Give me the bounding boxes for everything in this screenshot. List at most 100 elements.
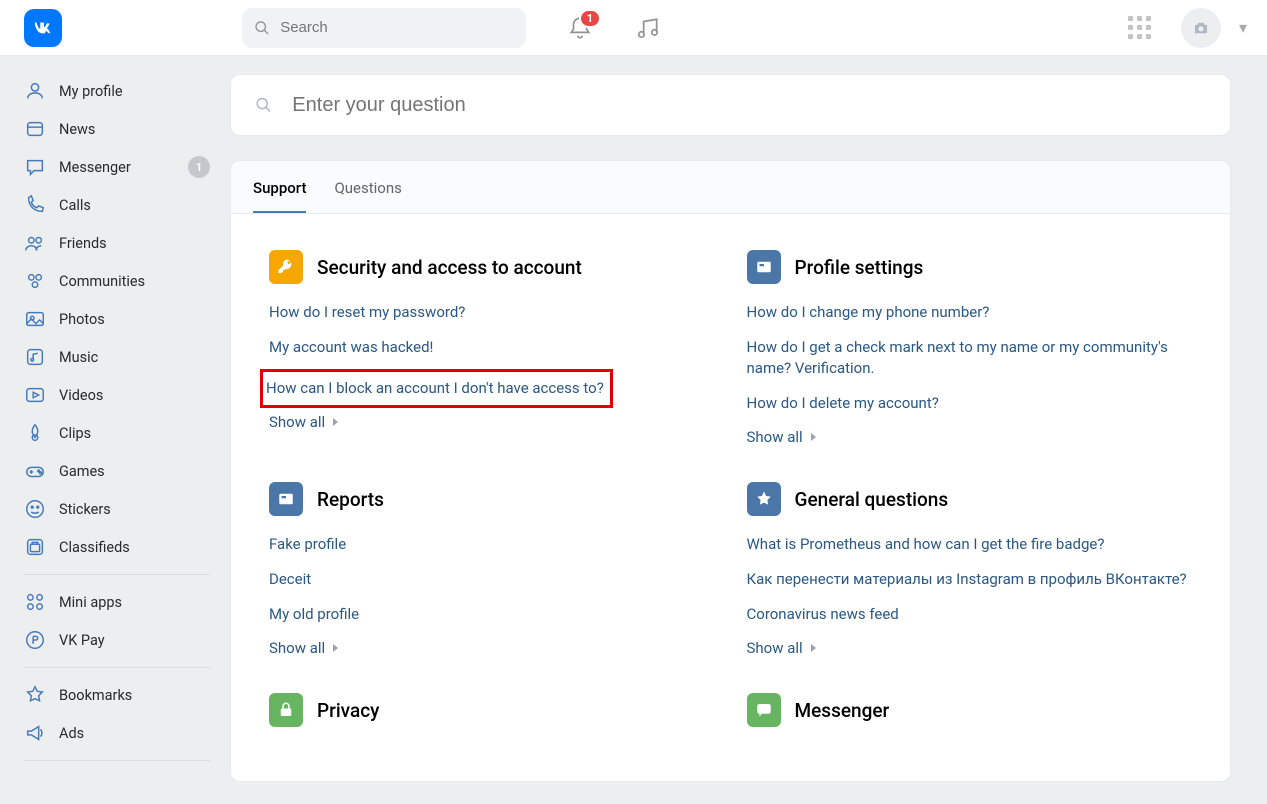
support-panel: Support Questions Security and access to …: [230, 160, 1231, 782]
support-link[interactable]: My account was hacked!: [269, 337, 715, 358]
sidebar-item-label: Games: [59, 463, 210, 480]
vk-pay-icon: [24, 629, 46, 651]
key-icon: [269, 250, 303, 284]
vk-logo[interactable]: [24, 9, 62, 47]
videos-icon: [24, 384, 46, 406]
mini-apps-icon: [24, 591, 46, 613]
tab-questions[interactable]: Questions: [334, 161, 401, 213]
sidebar-item-friends[interactable]: Friends: [12, 224, 222, 262]
sidebar-item-label: Classifieds: [59, 539, 210, 556]
support-link[interactable]: Coronavirus news feed: [747, 604, 1193, 625]
question-search[interactable]: [230, 74, 1231, 136]
notifications-button[interactable]: 1: [566, 14, 594, 42]
header: 1 ▾: [0, 0, 1267, 56]
music-icon: [635, 15, 661, 41]
support-link[interactable]: My old profile: [269, 604, 715, 625]
chat-icon: [747, 693, 781, 727]
photos-icon: [24, 308, 46, 330]
sidebar-item-communities[interactable]: Communities: [12, 262, 222, 300]
section-title: Security and access to account: [317, 256, 582, 279]
classifieds-icon: [24, 536, 46, 558]
support-link[interactable]: What is Prometheus and how can I get the…: [747, 534, 1193, 555]
section-security: Security and access to account How do I …: [269, 250, 715, 446]
count-badge: 1: [188, 156, 210, 178]
section-title: Messenger: [795, 699, 890, 722]
sidebar-item-clips[interactable]: Clips: [12, 414, 222, 452]
show-all-link[interactable]: Show all: [269, 413, 715, 431]
question-input[interactable]: [292, 94, 1206, 117]
sidebar-item-label: Friends: [59, 235, 210, 252]
sidebar-item-label: Music: [59, 349, 210, 366]
communities-icon: [24, 270, 46, 292]
avatar[interactable]: [1181, 8, 1221, 48]
support-link[interactable]: Как перенести материалы из Instagram в п…: [747, 569, 1193, 590]
support-link[interactable]: How do I change my phone number?: [747, 302, 1193, 323]
sidebar-item-music[interactable]: Music: [12, 338, 222, 376]
sidebar-item-messenger[interactable]: Messenger 1: [12, 148, 222, 186]
my-profile-icon: [24, 80, 46, 102]
sidebar-item-label: Stickers: [59, 501, 210, 518]
support-link[interactable]: Deceit: [269, 569, 715, 590]
card-icon: [269, 482, 303, 516]
section-profile-settings: Profile settings How do I change my phon…: [747, 250, 1193, 446]
search-bar[interactable]: [242, 8, 526, 48]
news-icon: [24, 118, 46, 140]
main: Support Questions Security and access to …: [222, 56, 1267, 804]
sidebar-item-label: My profile: [59, 83, 210, 100]
sidebar-item-label: Clips: [59, 425, 210, 442]
sidebar-item-stickers[interactable]: Stickers: [12, 490, 222, 528]
clips-icon: [24, 422, 46, 444]
sidebar-item-label: Videos: [59, 387, 210, 404]
sidebar-item-label: Calls: [59, 197, 210, 214]
sidebar-item-games[interactable]: Games: [12, 452, 222, 490]
sidebar-item-label: Messenger: [59, 159, 175, 176]
section-reports: Reports Fake profile Deceit My old profile…: [269, 482, 715, 657]
show-all-link[interactable]: Show all: [747, 428, 1193, 446]
sidebar-item-mini-apps[interactable]: Mini apps: [12, 583, 222, 621]
search-icon: [255, 96, 272, 114]
friends-icon: [24, 232, 46, 254]
sidebar-item-label: Mini apps: [59, 594, 210, 611]
bookmarks-icon: [24, 684, 46, 706]
sidebar: My profile News Messenger 1 Calls Friend…: [12, 56, 222, 804]
sidebar-item-my-profile[interactable]: My profile: [12, 72, 222, 110]
tab-support[interactable]: Support: [253, 161, 306, 213]
sidebar-item-videos[interactable]: Videos: [12, 376, 222, 414]
support-link[interactable]: How do I get a check mark next to my nam…: [747, 337, 1193, 379]
sidebar-item-photos[interactable]: Photos: [12, 300, 222, 338]
support-link[interactable]: Fake profile: [269, 534, 715, 555]
sidebar-item-label: Bookmarks: [59, 687, 210, 704]
sidebar-item-label: Ads: [59, 725, 210, 742]
show-all-link[interactable]: Show all: [269, 639, 715, 657]
support-link[interactable]: How do I reset my password?: [269, 302, 715, 323]
support-link[interactable]: How can I block an account I don't have …: [266, 378, 604, 399]
sidebar-item-vk-pay[interactable]: VK Pay: [12, 621, 222, 659]
sidebar-item-label: Photos: [59, 311, 210, 328]
stickers-icon: [24, 498, 46, 520]
sidebar-item-classifieds[interactable]: Classifieds: [12, 528, 222, 566]
show-all-link[interactable]: Show all: [747, 639, 1193, 657]
sidebar-item-label: News: [59, 121, 210, 138]
sidebar-item-label: Communities: [59, 273, 210, 290]
section-title: Reports: [317, 488, 384, 511]
section-title: General questions: [795, 488, 949, 511]
search-input[interactable]: [280, 19, 514, 36]
sidebar-item-calls[interactable]: Calls: [12, 186, 222, 224]
sidebar-item-news[interactable]: News: [12, 110, 222, 148]
star-icon: [747, 482, 781, 516]
music-button[interactable]: [634, 14, 662, 42]
games-icon: [24, 460, 46, 482]
section-general: General questions What is Prometheus and…: [747, 482, 1193, 657]
chevron-down-icon[interactable]: ▾: [1239, 18, 1247, 37]
lock-icon: [269, 693, 303, 727]
card-icon: [747, 250, 781, 284]
services-button[interactable]: [1128, 16, 1151, 39]
support-link[interactable]: How do I delete my account?: [747, 393, 1193, 414]
search-icon: [254, 19, 270, 37]
section-messenger-sec: Messenger: [747, 693, 1193, 745]
notifications-badge: 1: [579, 9, 601, 28]
sidebar-item-ads[interactable]: Ads: [12, 714, 222, 752]
section-privacy: Privacy: [269, 693, 715, 745]
music-icon: [24, 346, 46, 368]
sidebar-item-bookmarks[interactable]: Bookmarks: [12, 676, 222, 714]
